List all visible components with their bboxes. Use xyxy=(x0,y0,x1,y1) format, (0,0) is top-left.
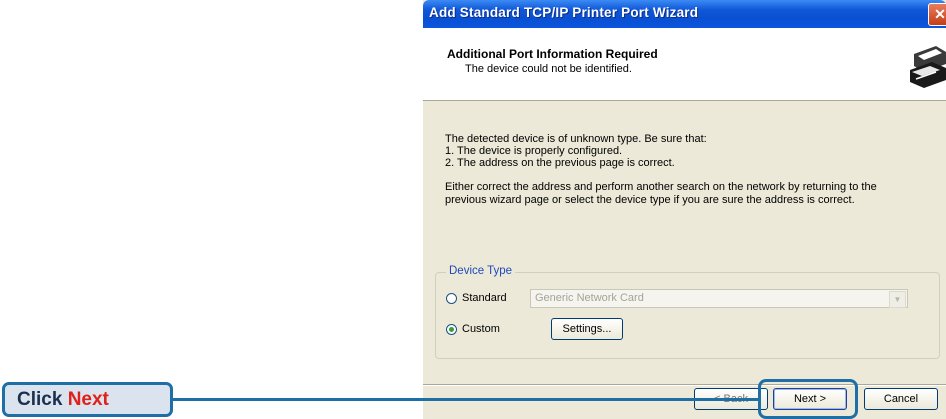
wizard-window: Add Standard TCP/IP Printer Port Wizard … xyxy=(423,0,946,419)
info-line-2: 1. The device is properly configured. xyxy=(445,145,623,157)
header-title: Additional Port Information Required xyxy=(447,47,658,61)
wizard-header: Additional Port Information Required The… xyxy=(423,28,946,101)
custom-option[interactable]: Custom xyxy=(446,323,500,335)
footer-separator-highlight xyxy=(423,385,946,386)
close-button[interactable]: ✕ xyxy=(928,3,946,26)
standard-radio[interactable] xyxy=(446,292,457,304)
next-button-highlight xyxy=(758,379,858,419)
custom-radio[interactable] xyxy=(446,323,457,335)
window-title: Add Standard TCP/IP Printer Port Wizard xyxy=(429,5,699,20)
info-line-5: previous wizard page or select the devic… xyxy=(445,194,855,206)
standard-device-value: Generic Network Card xyxy=(535,292,644,304)
info-line-1: The detected device is of unknown type. … xyxy=(445,133,707,145)
device-type-group: Device Type Standard Generic Network Car… xyxy=(435,265,940,359)
settings-button[interactable]: Settings... xyxy=(551,318,623,340)
standard-device-select: Generic Network Card ▼ xyxy=(530,289,908,308)
chevron-down-icon: ▼ xyxy=(889,291,906,308)
custom-label: Custom xyxy=(462,323,500,335)
standard-option[interactable]: Standard xyxy=(446,292,507,304)
callout-prefix: Click xyxy=(17,389,63,410)
device-type-legend: Device Type xyxy=(446,265,516,277)
header-subtitle: The device could not be identified. xyxy=(465,63,632,75)
info-line-3: 2. The address on the previous page is c… xyxy=(445,157,675,169)
title-bar[interactable]: Add Standard TCP/IP Printer Port Wizard … xyxy=(423,0,946,28)
callout-emphasis: Next xyxy=(67,389,109,410)
standard-label: Standard xyxy=(462,292,507,304)
info-line-4: Either correct the address and perform a… xyxy=(445,181,877,193)
click-next-callout: Click Next xyxy=(2,382,173,417)
cancel-button[interactable]: Cancel xyxy=(864,388,938,410)
printer-icon xyxy=(910,46,946,88)
callout-connector xyxy=(173,398,759,401)
close-icon: ✕ xyxy=(934,6,946,22)
